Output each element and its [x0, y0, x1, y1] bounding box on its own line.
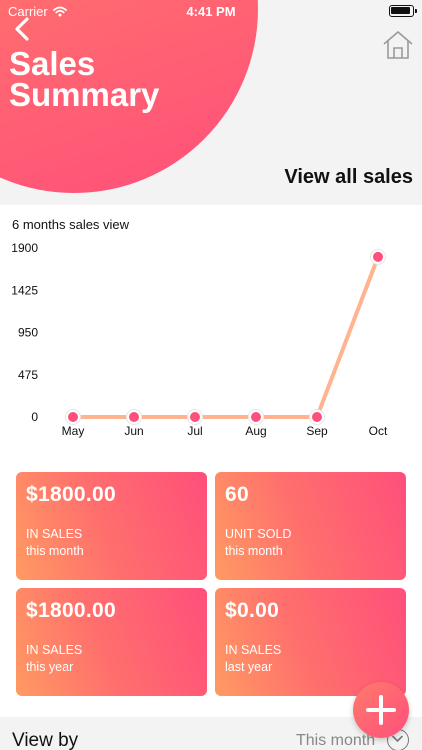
data-point [251, 412, 261, 422]
home-icon[interactable] [382, 30, 414, 60]
x-tick-label: Aug [245, 424, 266, 438]
view-all-sales-link[interactable]: View all sales [284, 166, 413, 189]
card-sub: this year [26, 660, 74, 674]
status-time: 4:41 PM [186, 4, 236, 19]
card-label: IN SALES [26, 527, 83, 541]
data-point [68, 412, 78, 422]
card-sub: this month [26, 544, 84, 558]
x-tick-label: Sep [306, 424, 328, 438]
y-tick-label: 0 [31, 410, 38, 424]
y-tick-label: 475 [18, 368, 38, 382]
card-value: $1800.00 [26, 483, 116, 506]
x-tick-label: May [62, 424, 85, 438]
page-title: Sales Summary [9, 45, 160, 113]
sales-line-chart: 0 475 950 1425 1900 May Jun Jul Aug Sep Oct [11, 241, 388, 438]
data-point [373, 251, 383, 262]
card-sales-this-month[interactable]: $1800.00 IN SALES this month [16, 472, 207, 580]
x-tick-label: Oct [369, 424, 388, 438]
y-tick-label: 1425 [11, 283, 38, 297]
card-label: UNIT SOLD [225, 527, 292, 541]
card-label: IN SALES [26, 643, 83, 657]
data-point [312, 412, 322, 422]
x-tick-label: Jul [187, 424, 202, 438]
status-bar: Carrier 4:41 PM [0, 0, 422, 22]
chart-title: 6 months sales view [12, 217, 130, 232]
series-line [73, 256, 380, 419]
y-tick-label: 950 [18, 326, 38, 340]
card-sub: last year [225, 660, 273, 674]
x-tick-label: Jun [124, 424, 143, 438]
card-sub: this month [225, 544, 283, 558]
main-content: 6 months sales view 0 475 950 1425 1900 May Ju… [0, 205, 422, 717]
y-tick-label: 1900 [11, 241, 38, 255]
sales-summary-screen: Carrier 4:41 PM Sales Summary View all s… [0, 0, 422, 750]
add-sale-button[interactable] [353, 682, 409, 738]
card-sales-this-year[interactable]: $1800.00 IN SALES this year [16, 588, 207, 696]
card-label: IN SALES [225, 643, 282, 657]
data-point [129, 412, 139, 422]
card-value: 60 [225, 483, 249, 506]
back-chevron-icon[interactable] [12, 16, 32, 42]
card-value: $1800.00 [26, 599, 116, 622]
data-point [190, 412, 200, 422]
period-select[interactable]: This month [296, 732, 375, 750]
battery-icon [389, 5, 417, 17]
card-value: $0.00 [225, 599, 280, 622]
view-by-label: View by [12, 730, 79, 750]
card-sales-last-year[interactable]: $0.00 IN SALES last year [215, 588, 406, 696]
card-units-this-month[interactable]: 60 UNIT SOLD this month [215, 472, 406, 580]
